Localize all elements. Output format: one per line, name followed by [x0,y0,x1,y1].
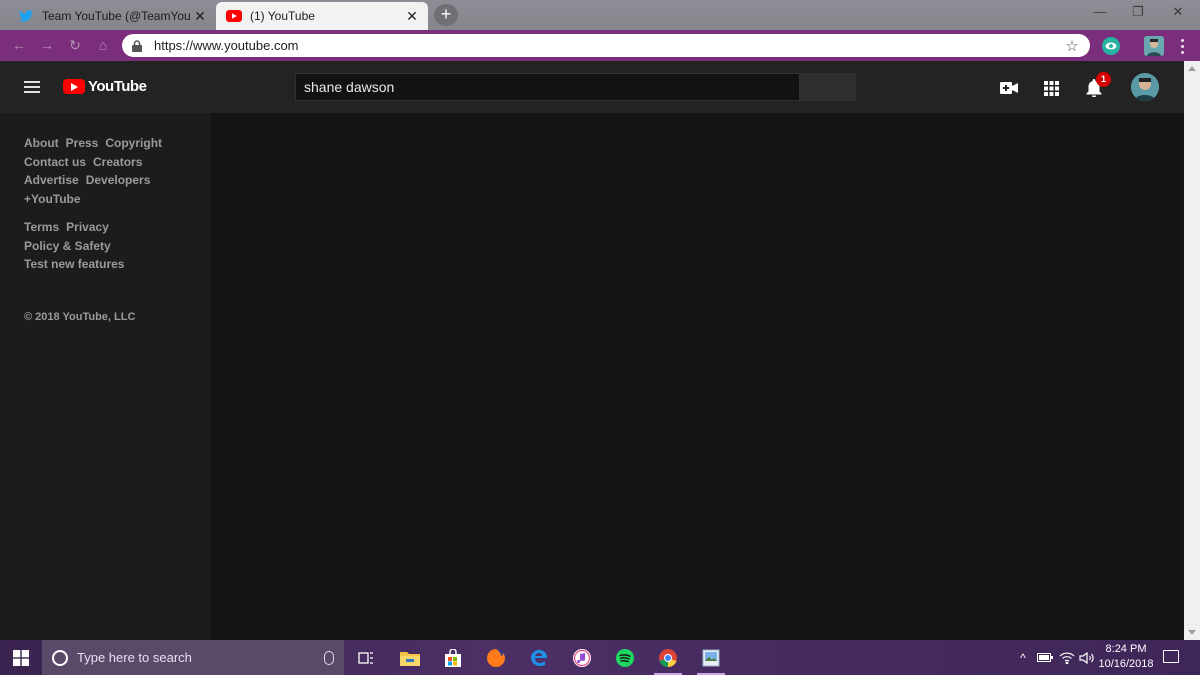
file-explorer-icon[interactable] [390,640,430,675]
footer-link-about[interactable]: About [24,136,59,150]
logo-text: YouTube [88,78,147,95]
home-icon[interactable]: ⌂ [94,37,112,53]
search-input[interactable] [295,73,800,101]
footer-link-developers[interactable]: Developers [86,173,151,187]
page-scrollbar[interactable] [1184,61,1200,640]
taskbar-search-box[interactable]: Type here to search [42,640,344,675]
copyright-text: © 2018 YouTube, LLC [24,311,136,323]
footer-link-test-features[interactable]: Test new features [24,257,124,271]
notification-count-badge: 1 [1096,72,1111,87]
footer-links-secondary: Terms Privacy Policy & Safety Test new fe… [24,218,199,274]
chrome-icon[interactable] [648,640,688,675]
youtube-logo[interactable]: YouTube [63,78,147,95]
task-view-icon[interactable] [346,640,386,675]
url-text[interactable]: https://www.youtube.com [154,38,1062,53]
extension-eye-icon[interactable] [1102,37,1120,55]
apps-grid-icon[interactable] [1040,77,1062,99]
footer-link-contact[interactable]: Contact us [24,155,86,169]
store-icon[interactable] [433,640,473,675]
profile-avatar-icon[interactable] [1144,36,1164,56]
desktop-screen: Team YouTube (@TeamYouTube) ✕ (1) YouTub… [0,0,1200,675]
forward-arrow-icon[interactable]: → [38,37,56,53]
tab-youtube[interactable]: (1) YouTube ✕ [216,2,428,30]
microphone-icon[interactable] [324,650,334,665]
wifi-icon[interactable] [1058,640,1076,675]
window-close-icon[interactable]: ✕ [1168,4,1188,20]
youtube-masthead: YouTube [0,61,1184,113]
edge-icon[interactable] [519,640,559,675]
windows-taskbar: Type here to search ^ 8:24 PM 10/16/2018 [0,640,1200,675]
footer-link-terms[interactable]: Terms [24,220,59,234]
footer-link-creators[interactable]: Creators [93,155,142,169]
footer-link-press[interactable]: Press [66,136,99,150]
scroll-up-arrow-icon[interactable] [1188,66,1196,71]
main-content-area [211,113,1184,640]
photos-icon[interactable] [691,640,731,675]
browser-menu-icon[interactable] [1176,34,1188,58]
itunes-icon[interactable] [562,640,602,675]
address-bar[interactable]: https://www.youtube.com ☆ [122,34,1090,57]
firefox-icon[interactable] [476,640,516,675]
reload-icon[interactable]: ↻ [66,37,84,54]
cortana-icon [52,649,68,666]
account-avatar[interactable] [1131,73,1159,101]
action-center-icon[interactable] [1163,650,1179,663]
new-tab-button[interactable]: + [434,4,458,26]
close-tab-icon[interactable]: ✕ [190,8,210,25]
footer-link-policy-safety[interactable]: Policy & Safety [24,239,111,253]
guide-menu-icon[interactable] [24,81,40,93]
twitter-bird-icon [18,8,34,24]
restore-icon[interactable]: ❐ [1128,4,1148,20]
search-button[interactable] [800,73,856,101]
taskbar-search-placeholder: Type here to search [77,650,192,665]
footer-link-advertise[interactable]: Advertise [24,173,79,187]
volume-icon[interactable] [1078,640,1096,675]
lock-icon [132,39,148,52]
back-arrow-icon[interactable]: ← [10,37,28,53]
scroll-down-arrow-icon[interactable] [1188,630,1196,635]
tab-title: (1) YouTube [250,9,315,23]
footer-link-privacy[interactable]: Privacy [66,220,109,234]
guide-sidebar: About Press Copyright Contact us Creators A… [0,113,211,640]
spotify-icon[interactable] [605,640,645,675]
show-hidden-icons-chevron-icon[interactable]: ^ [1016,640,1030,675]
youtube-icon [226,8,242,24]
clock-date: 10/16/2018 [1098,658,1154,670]
battery-icon[interactable] [1036,640,1054,675]
footer-links-primary: About Press Copyright Contact us Creators A… [24,134,199,208]
close-tab-icon[interactable]: ✕ [402,8,422,25]
browser-toolbar: ← → ↻ ⌂ https://www.youtube.com ☆ [0,30,1200,61]
minimize-icon[interactable]: — [1090,4,1110,19]
youtube-play-icon [63,79,85,94]
tab-title: Team YouTube (@TeamYouTube) [42,9,190,23]
create-video-icon[interactable] [998,77,1020,99]
system-clock[interactable]: 8:24 PM 10/16/2018 [1095,642,1157,672]
footer-link-copyright[interactable]: Copyright [105,136,162,150]
windows-start-icon[interactable] [0,640,42,675]
browser-tab-strip: Team YouTube (@TeamYouTube) ✕ (1) YouTub… [0,0,1200,30]
footer-link-plus-youtube[interactable]: +YouTube [24,192,81,206]
clock-time: 8:24 PM [1105,643,1147,655]
tab-team-youtube[interactable]: Team YouTube (@TeamYouTube) ✕ [8,2,216,30]
bookmark-star-icon[interactable]: ☆ [1062,37,1082,55]
